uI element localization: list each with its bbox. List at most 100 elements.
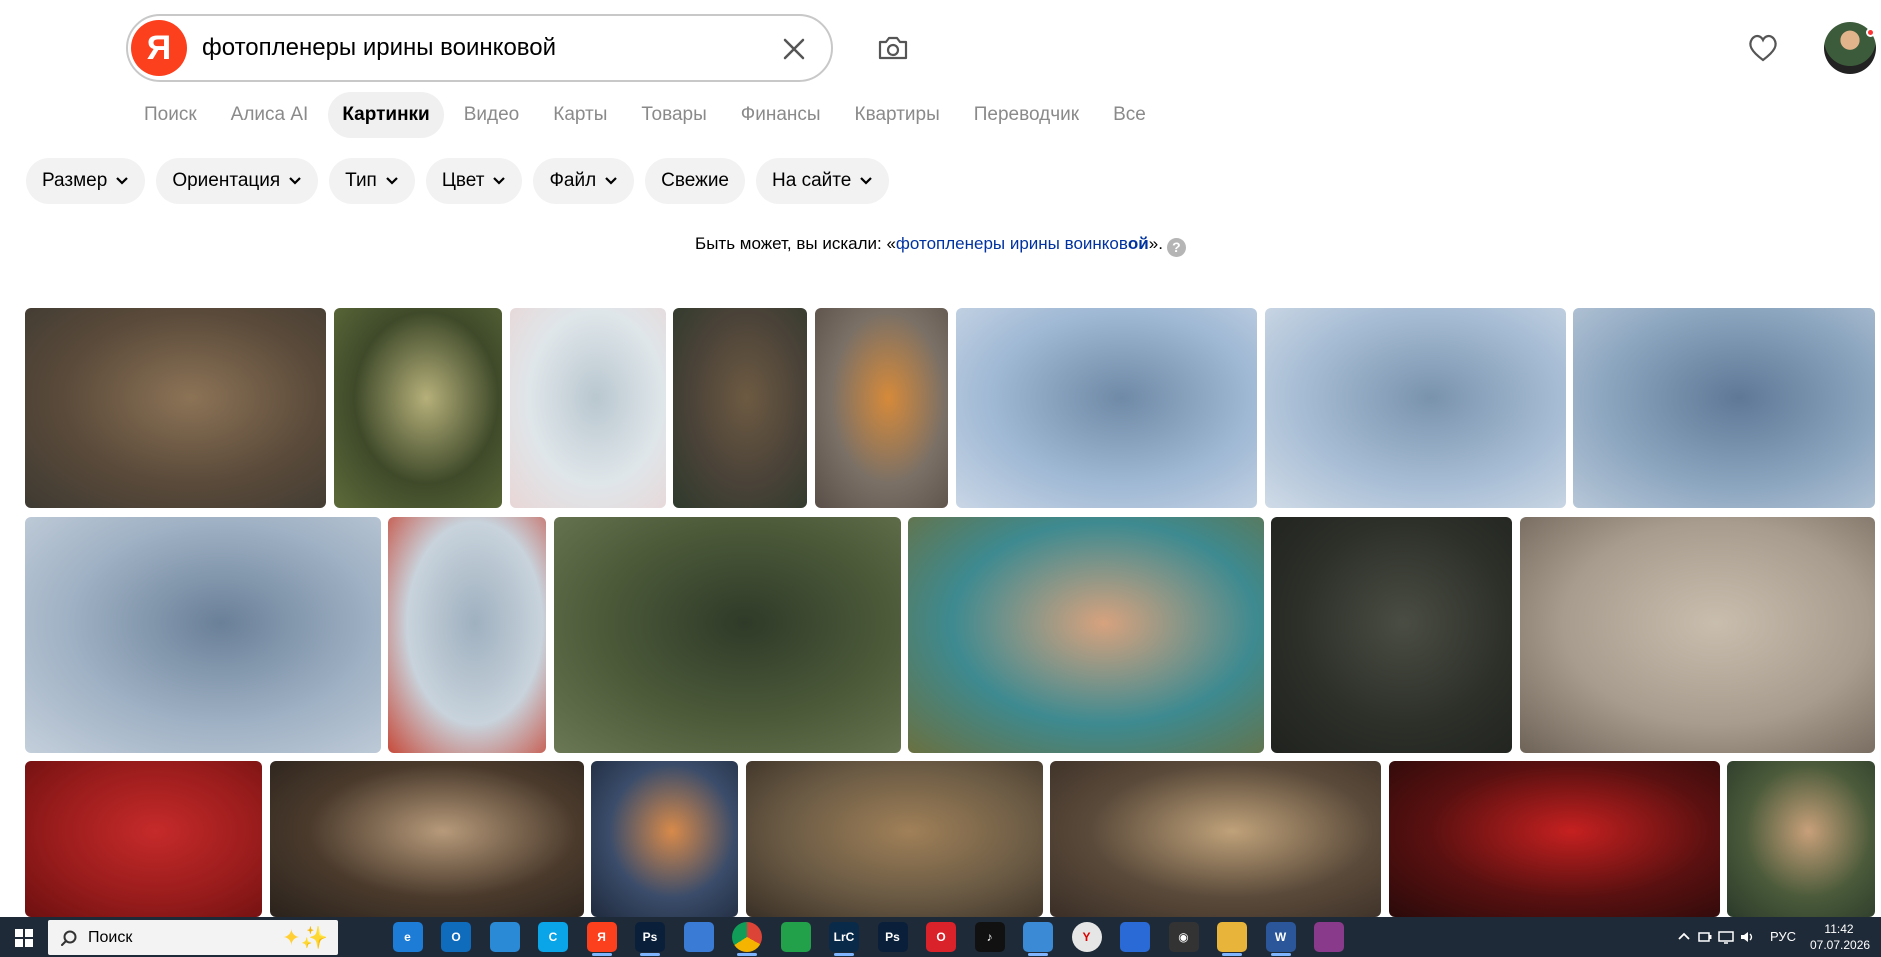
image-thumbnail-bullfinch-on-branch[interactable]: [388, 517, 546, 753]
chevron-down-icon: [386, 177, 398, 185]
volume-icon[interactable]: [1739, 929, 1755, 945]
taskbar-active-indicator: [834, 953, 854, 956]
nav-tabs: Поиск Алиса AI Картинки Видео Карты Товары Фин…: [130, 92, 1160, 138]
tab-7[interactable]: Квартиры: [841, 92, 954, 138]
taskbar-app-winrar-icon[interactable]: [1314, 922, 1344, 952]
clear-icon[interactable]: [778, 33, 810, 65]
taskbar-app-word-icon[interactable]: W: [1265, 922, 1296, 952]
filter-chip-label: На сайте: [772, 170, 852, 191]
network-icon[interactable]: [1718, 929, 1734, 945]
image-thumbnail-smiling-woman-green-dress[interactable]: [1727, 761, 1875, 917]
taskbar-active-indicator: [591, 953, 612, 956]
filter-chip-6[interactable]: На сайте: [756, 158, 890, 204]
taskbar-app-c-app-icon[interactable]: C: [538, 922, 568, 952]
chevron-down-icon: [116, 177, 129, 185]
language-indicator[interactable]: РУС: [1770, 929, 1796, 944]
suggestion-link[interactable]: фотопленеры ирины воинковой: [896, 234, 1149, 253]
taskbar-app-outlook-icon[interactable]: O: [441, 922, 471, 952]
image-thumbnail-two-mermaids-lake[interactable]: [1265, 308, 1566, 508]
filter-chip-4[interactable]: Файл: [533, 158, 635, 204]
taskbar-app-camera-app-icon[interactable]: [683, 922, 714, 952]
filter-chip-label: Файл: [549, 170, 597, 191]
yandex-logo[interactable]: Я: [131, 20, 187, 76]
taskbar-search-label: Поиск: [88, 928, 133, 946]
search-input[interactable]: [202, 28, 762, 68]
image-thumbnail-girl-in-forest-white-dress[interactable]: [334, 308, 502, 508]
taskbar-app-photoshop-2-icon[interactable]: Ps: [877, 922, 908, 952]
tab-9[interactable]: Все: [1099, 92, 1160, 138]
image-thumbnail-mermaid-lying-on-rock[interactable]: [1573, 308, 1875, 508]
image-thumbnail-woman-by-stone-wall[interactable]: [673, 308, 807, 508]
tab-5[interactable]: Товары: [627, 92, 720, 138]
taskbar-active-indicator: [1222, 953, 1242, 956]
image-thumbnail-baroque-costume-trio[interactable]: [908, 517, 1264, 753]
image-thumbnail-woman-in-tunnel[interactable]: [591, 761, 738, 917]
image-thumbnail-woman-with-tambourine[interactable]: [1520, 517, 1875, 753]
taskbar-search[interactable]: Поиск ✦✨: [48, 920, 338, 955]
taskbar-app-tiktok-icon[interactable]: ♪: [974, 922, 1005, 952]
image-thumbnail-two-mermaids-on-rock[interactable]: [956, 308, 1257, 508]
taskbar-app-obs-icon[interactable]: ◉: [1168, 922, 1199, 952]
camera-search-icon[interactable]: [875, 30, 911, 66]
image-thumbnail-costumed-group-stage[interactable]: [270, 761, 584, 917]
image-thumbnail-flower-with-ladybug[interactable]: [510, 308, 666, 508]
chevron-up-icon[interactable]: [1676, 929, 1692, 945]
filter-chip-1[interactable]: Ориентация: [156, 158, 319, 204]
taskbar-app-opera-icon[interactable]: O: [926, 922, 956, 952]
image-thumbnail-couple-in-hats-forest[interactable]: [746, 761, 1043, 917]
taskbar-app-blue-app-icon[interactable]: [1120, 922, 1150, 952]
taskbar-active-indicator: [1270, 953, 1291, 956]
tab-8[interactable]: Переводчик: [960, 92, 1093, 138]
image-thumbnail-dancer-dark-ruins[interactable]: [1271, 517, 1512, 753]
chevron-down-icon: [605, 177, 617, 185]
clock-date: 07.07.2026: [1810, 938, 1871, 952]
taskbar-app-edge-icon[interactable]: e: [392, 922, 423, 952]
taskbar-app-file-transfer-icon[interactable]: [489, 922, 520, 952]
taskbar-active-indicator: [1028, 953, 1048, 956]
tab-2[interactable]: Картинки: [328, 92, 444, 138]
image-thumbnail-woman-with-black-wings[interactable]: [554, 517, 901, 753]
filter-chip-label: Размер: [42, 170, 108, 191]
taskbar-app-task-view-icon[interactable]: [344, 922, 374, 952]
taskbar-app-yandex-browser-icon[interactable]: Y: [1071, 922, 1102, 952]
filter-chip-2[interactable]: Тип: [329, 158, 415, 204]
windows-start-icon[interactable]: [15, 929, 33, 947]
image-thumbnail-clown-mask-red[interactable]: [1389, 761, 1720, 917]
chevron-down-icon: [493, 177, 506, 185]
heart-icon[interactable]: [1745, 30, 1781, 66]
clock[interactable]: 11:42 07.07.2026: [1810, 921, 1871, 953]
image-thumbnail-dancer-red-background[interactable]: [25, 761, 262, 917]
filter-chip-0[interactable]: Размер: [26, 158, 146, 204]
tab-0[interactable]: Поиск: [130, 92, 211, 138]
page: Я ПоискАлиса AIКартинкиВидеоКартыТоварыФ…: [0, 0, 1881, 957]
taskbar-app-remote-app-icon[interactable]: [1023, 922, 1053, 952]
tab-6[interactable]: Финансы: [727, 92, 835, 138]
filter-chip-label: Свежие: [661, 170, 730, 191]
filter-chip-5[interactable]: Свежие: [645, 158, 746, 204]
sparkle-icon: ✦✨: [282, 925, 328, 950]
help-icon[interactable]: ?: [1166, 238, 1186, 257]
taskbar-active-indicator: [640, 953, 660, 956]
filter-chip-label: Тип: [345, 170, 377, 191]
image-thumbnail-hooded-woman-forest[interactable]: [25, 308, 326, 508]
taskbar-app-explorer-icon[interactable]: [1217, 922, 1247, 952]
image-thumbnail-mermaids-on-shore[interactable]: [25, 517, 381, 753]
taskbar-app-green-app-icon[interactable]: [780, 922, 811, 952]
taskbar-app-yandex-icon[interactable]: Я: [586, 922, 617, 952]
tab-1[interactable]: Алиса AI: [217, 92, 323, 138]
taskbar-app-photoshop-icon[interactable]: Ps: [635, 922, 665, 952]
taskbar-app-chrome-icon[interactable]: [732, 922, 762, 952]
tab-4[interactable]: Карты: [539, 92, 621, 138]
taskbar-app-lightroom-icon[interactable]: LrC: [829, 922, 859, 952]
taskbar-active-indicator: [737, 953, 757, 956]
tab-3[interactable]: Видео: [450, 92, 534, 138]
image-thumbnail-redhead-with-camera[interactable]: [815, 308, 948, 508]
suggestion-suffix: ».: [1148, 234, 1163, 253]
filter-chip-3[interactable]: Цвет: [425, 158, 523, 204]
clock-time: 11:42: [1824, 922, 1854, 936]
chevron-down-icon: [860, 177, 873, 185]
image-thumbnail-blonde-woman-portrait[interactable]: [1050, 761, 1381, 917]
battery-icon[interactable]: [1697, 929, 1713, 945]
notification-dot: [1866, 28, 1875, 37]
chevron-down-icon: [289, 177, 301, 185]
